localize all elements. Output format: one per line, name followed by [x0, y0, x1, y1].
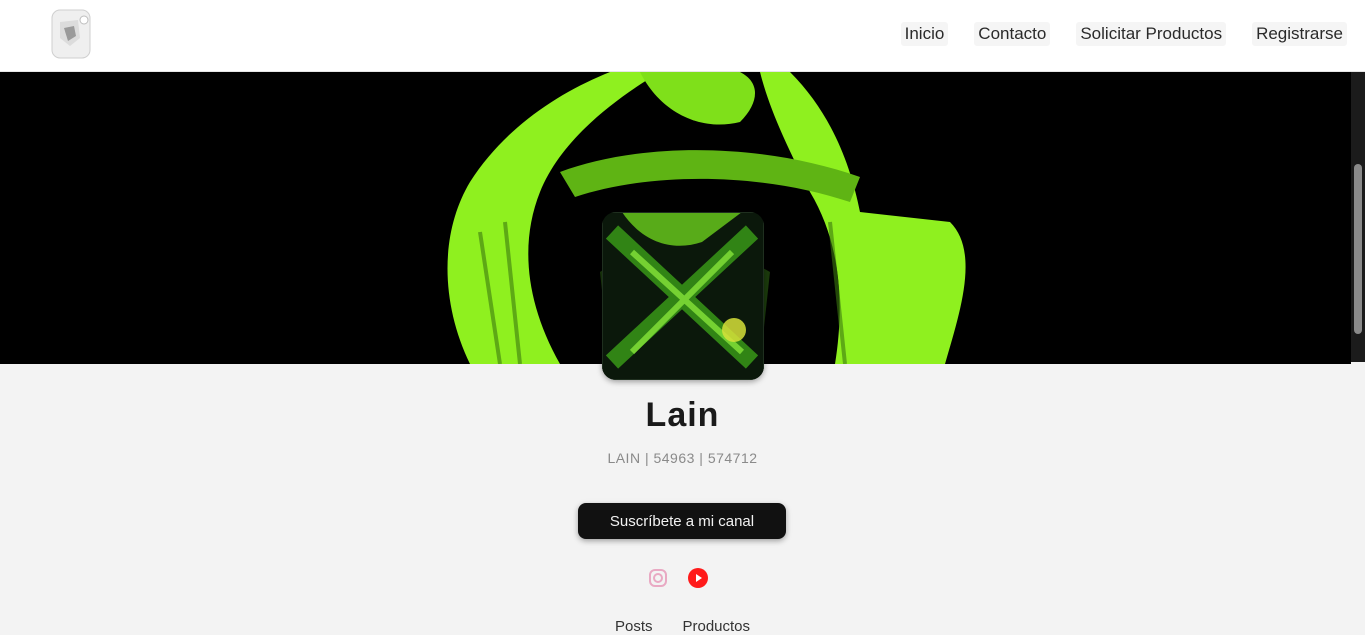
profile-name: Lain [645, 396, 720, 434]
main-nav: Inicio Contacto Solicitar Productos Regi… [900, 22, 1347, 46]
page-scrollbar[interactable] [1351, 72, 1365, 362]
profile-avatar[interactable] [602, 212, 764, 380]
top-navigation-bar: Inicio Contacto Solicitar Productos Regi… [0, 0, 1365, 72]
nav-link-inicio[interactable]: Inicio [900, 22, 949, 46]
tab-posts[interactable]: Posts [615, 618, 653, 635]
tab-productos[interactable]: Productos [682, 618, 750, 635]
social-links [646, 566, 726, 590]
subscribe-button[interactable]: Suscríbete a mi canal [578, 503, 786, 539]
nav-link-contacto[interactable]: Contacto [974, 22, 1051, 46]
profile-meta: LAIN | 54963 | 574712 [607, 450, 758, 466]
nav-link-solicitar-productos[interactable]: Solicitar Productos [1076, 22, 1227, 46]
scrollbar-thumb[interactable] [1354, 164, 1362, 334]
youtube-icon[interactable] [686, 566, 710, 590]
nav-link-registrarse[interactable]: Registrarse [1252, 22, 1347, 46]
instagram-icon[interactable] [646, 566, 670, 590]
profile-tabs: Posts Productos [0, 618, 1365, 635]
site-logo-icon[interactable] [46, 8, 102, 62]
